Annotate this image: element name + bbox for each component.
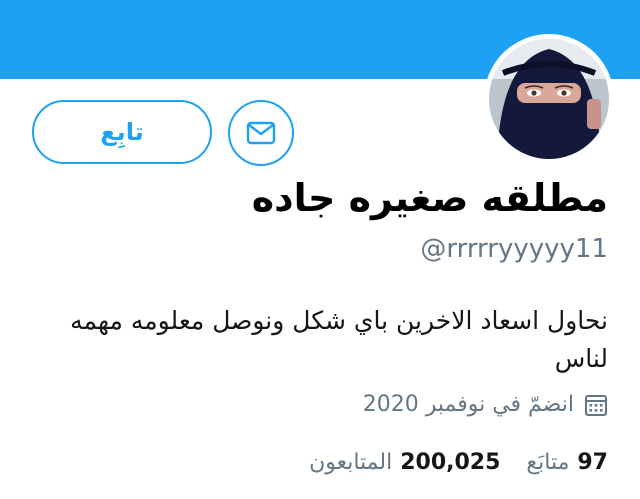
envelope-icon (246, 121, 276, 145)
profile-stats: 97 متابَع 200,025 المتابعون (309, 450, 608, 475)
follow-button-label: تابِع (100, 118, 144, 146)
followers-stat[interactable]: 200,025 المتابعون (309, 450, 500, 475)
profile-handle: @rrrrryyyyy11 (420, 234, 608, 264)
avatar-image (489, 39, 609, 159)
profile-display-name: مطلقه صغيره جاده (251, 176, 608, 220)
followers-count: 200,025 (400, 450, 501, 475)
following-stat[interactable]: 97 متابَع (526, 450, 608, 475)
profile-bio: نحاول اسعاد الاخرين باي شكل ونوصل معلومه… (70, 306, 608, 373)
profile-avatar[interactable] (484, 34, 614, 164)
message-button[interactable] (228, 100, 294, 166)
joined-date: انضمّ في نوفمبر 2020 (363, 392, 608, 417)
calendar-icon (585, 394, 607, 416)
following-count: 97 (577, 450, 608, 475)
following-label: متابَع (526, 450, 570, 475)
joined-date-text: انضمّ في نوفمبر 2020 (362, 392, 574, 417)
follow-button[interactable]: تابِع (32, 100, 212, 164)
followers-label: المتابعون (309, 450, 393, 475)
